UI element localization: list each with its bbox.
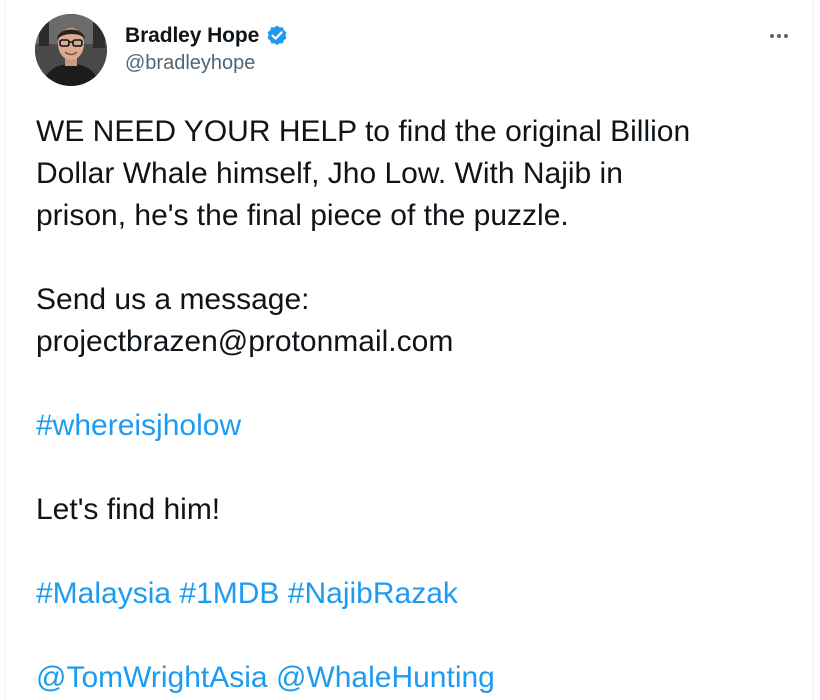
- dot: [777, 34, 781, 38]
- verified-badge-icon: [265, 24, 289, 48]
- dot: [770, 34, 774, 38]
- tweet-text-line: Dollar Whale himself, Jho Low. With Naji…: [36, 157, 623, 190]
- author-handle[interactable]: @bradleyhope: [125, 52, 255, 75]
- avatar[interactable]: [35, 14, 107, 86]
- hashtag-link[interactable]: #1MDB: [179, 577, 279, 610]
- hashtag-link[interactable]: #Malaysia: [36, 577, 171, 610]
- more-options-ellipsis-icon[interactable]: [765, 24, 793, 48]
- mention-link[interactable]: @WhaleHunting: [276, 661, 495, 694]
- tweet-text-line: WE NEED YOUR HELP to find the original B…: [36, 115, 691, 148]
- tweet-text-line: prison, he's the final piece of the puzz…: [36, 199, 569, 232]
- tweet-text: WE NEED YOUR HELP to find the original B…: [36, 111, 796, 699]
- tweet-text-line: Send us a message:: [36, 283, 310, 316]
- mention-link[interactable]: @TomWrightAsia: [36, 661, 268, 694]
- author-display-name[interactable]: Bradley Hope: [125, 24, 259, 48]
- email-address: projectbrazen@protonmail.com: [36, 325, 454, 358]
- hashtag-link[interactable]: #whereisjholow: [36, 409, 241, 442]
- avatar-photo: [35, 14, 107, 86]
- tweet-card: Bradley Hope @bradleyhope WE NEED YOUR H…: [4, 0, 814, 700]
- hashtag-link[interactable]: #NajibRazak: [288, 577, 458, 610]
- dot: [784, 34, 788, 38]
- tweet-text-line: Let's find him!: [36, 493, 221, 526]
- author-name-row: Bradley Hope: [125, 22, 289, 50]
